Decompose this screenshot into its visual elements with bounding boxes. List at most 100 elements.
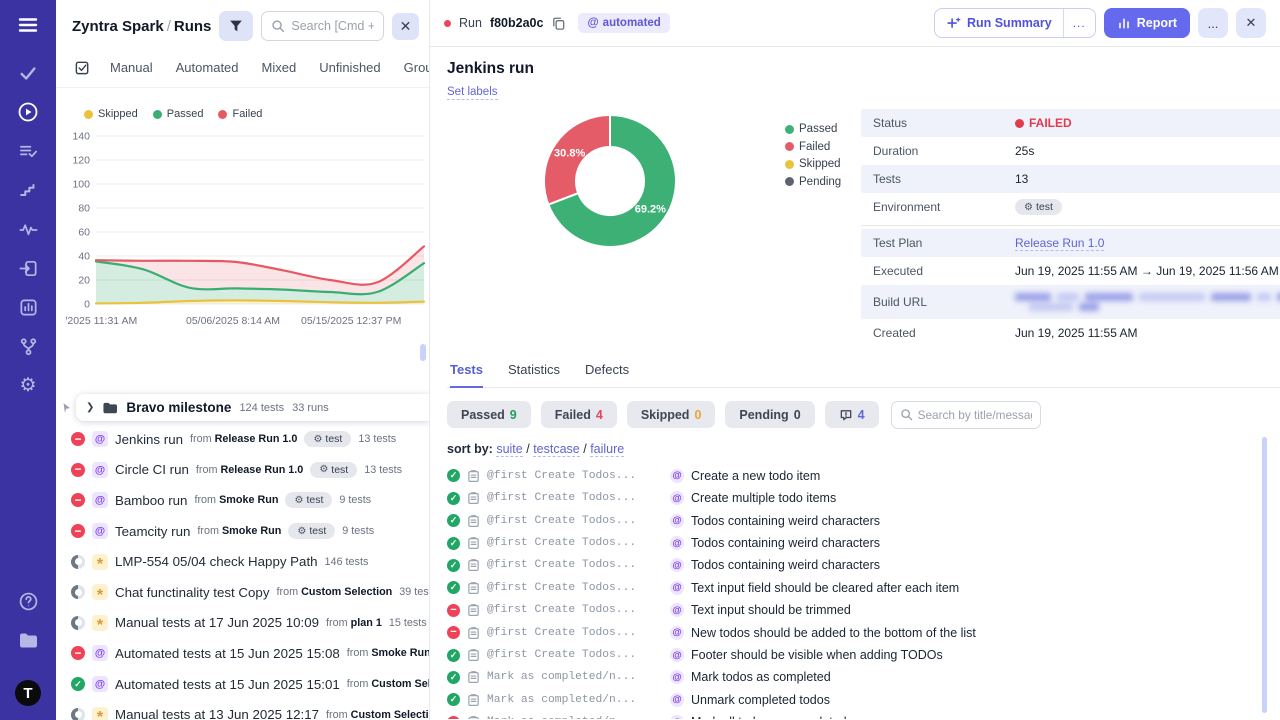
runs-search[interactable] [261, 11, 384, 41]
run-name[interactable]: Circle CI run [115, 462, 189, 477]
test-row[interactable]: Mark as completed/n...@Mark all todos as… [447, 711, 1280, 719]
suite-name[interactable]: Mark as completed/n... [487, 694, 663, 706]
tests-check-icon[interactable] [17, 62, 39, 84]
breadcrumb-page[interactable]: Runs [174, 18, 212, 35]
import-icon[interactable] [17, 257, 39, 279]
test-title[interactable]: Mark all todos as completed [691, 715, 847, 719]
left-scrollbar-thumb[interactable] [420, 344, 426, 361]
tests-search[interactable] [891, 401, 1041, 429]
test-row[interactable]: Mark as completed/n...@Unmark completed … [447, 689, 1280, 711]
sort-by-testcase[interactable]: testcase [533, 442, 580, 457]
test-row[interactable]: @first Create Todos...@New todos should … [447, 621, 1280, 643]
filter-pending[interactable]: Pending0 [725, 401, 814, 428]
menu-icon[interactable] [17, 14, 39, 36]
run-name[interactable]: Automated tests at 15 Jun 2025 15:01 [115, 677, 340, 692]
run-name[interactable]: Teamcity run [115, 524, 190, 539]
suite-name[interactable]: @first Create Todos... [487, 492, 663, 504]
tab-manual[interactable]: Manual [110, 60, 153, 75]
run-list-item[interactable]: @ Jenkins run from Release Run 1.0 ⚙test… [56, 424, 430, 455]
runs-search-input[interactable] [291, 19, 374, 33]
test-row[interactable]: @first Create Todos...@Todos containing … [447, 554, 1280, 576]
test-title[interactable]: Todos containing weird characters [691, 536, 880, 550]
run-summary-button[interactable]: Run Summary ... [934, 8, 1096, 38]
test-row[interactable]: @first Create Todos...@Todos containing … [447, 532, 1280, 554]
run-name[interactable]: Manual tests at 13 Jun 2025 12:17 [115, 707, 319, 720]
analytics-chart-icon[interactable] [17, 296, 39, 318]
sort-by-suite[interactable]: suite [496, 442, 522, 457]
more-options-button[interactable]: ... [1198, 8, 1228, 38]
test-title[interactable]: Mark todos as completed [691, 670, 831, 684]
test-title[interactable]: Create multiple todo items [691, 491, 836, 505]
test-title[interactable]: Text input should be trimmed [691, 603, 851, 617]
filter-passed[interactable]: Passed9 [447, 401, 531, 428]
suite-name[interactable]: @first Create Todos... [487, 649, 663, 661]
run-list-item[interactable]: * Manual tests at 17 Jun 2025 10:09 from… [56, 608, 430, 639]
pulse-activity-icon[interactable] [17, 218, 39, 240]
test-row[interactable]: @first Create Todos...@Text input field … [447, 577, 1280, 599]
filter-comments[interactable]: 4 [825, 401, 879, 428]
copy-icon[interactable] [551, 16, 566, 31]
filter-button[interactable] [219, 11, 253, 41]
breadcrumb[interactable]: Zyntra Spark/Runs [72, 18, 211, 35]
tab-tests[interactable]: Tests [450, 362, 483, 388]
suite-name[interactable]: Mark as completed/n... [487, 716, 663, 719]
close-panel-button[interactable]: ✕ [392, 13, 419, 40]
test-title[interactable]: Todos containing weird characters [691, 514, 880, 528]
plans-list-icon[interactable] [17, 140, 39, 162]
run-summary-more-button[interactable]: ... [1064, 9, 1095, 37]
milestones-steps-icon[interactable] [17, 179, 39, 201]
branch-icon[interactable] [17, 335, 39, 357]
filter-failed[interactable]: Failed4 [541, 401, 617, 428]
right-scrollbar-thumb[interactable] [1262, 437, 1267, 713]
suite-name[interactable]: @first Create Todos... [487, 604, 663, 616]
run-name[interactable]: Automated tests at 15 Jun 2025 15:08 [115, 646, 340, 661]
suite-name[interactable]: Mark as completed/n... [487, 671, 663, 683]
filter-skipped[interactable]: Skipped0 [627, 401, 716, 428]
projects-folder-icon[interactable] [17, 629, 39, 651]
run-name[interactable]: Jenkins run [115, 432, 183, 447]
help-icon[interactable] [17, 590, 39, 612]
test-title[interactable]: Text input field should be cleared after… [691, 581, 959, 595]
test-row[interactable]: @first Create Todos...@Footer should be … [447, 644, 1280, 666]
run-name[interactable]: Chat functinality test Copy [115, 585, 269, 600]
suite-name[interactable]: @first Create Todos... [487, 515, 663, 527]
suite-name[interactable]: @first Create Todos... [487, 470, 663, 482]
runs-play-icon[interactable] [17, 101, 39, 123]
test-title[interactable]: New todos should be added to the bottom … [691, 626, 976, 640]
test-title[interactable]: Create a new todo item [691, 469, 820, 483]
close-detail-button[interactable]: ✕ [1236, 8, 1266, 38]
run-list-item[interactable]: * Manual tests at 13 Jun 2025 12:17 from… [56, 699, 430, 720]
suite-name[interactable]: @first Create Todos... [487, 537, 663, 549]
tab-groups[interactable]: Groups [404, 60, 430, 75]
test-row[interactable]: @first Create Todos...@Todos containing … [447, 510, 1280, 532]
suite-name[interactable]: @first Create Todos... [487, 582, 663, 594]
tests-search-input[interactable] [918, 408, 1032, 422]
test-row[interactable]: @first Create Todos...@Create a new todo… [447, 465, 1280, 487]
run-list-item[interactable]: * Chat functinality test Copy from Custo… [56, 577, 430, 608]
test-row[interactable]: @first Create Todos...@Create multiple t… [447, 487, 1280, 509]
tab-automated[interactable]: Automated [176, 60, 239, 75]
run-name[interactable]: Bamboo run [115, 493, 187, 508]
select-runs-icon[interactable] [74, 59, 91, 76]
tab-defects[interactable]: Defects [585, 362, 629, 387]
run-list-item[interactable]: @ Teamcity run from Smoke Run ⚙test 9 te… [56, 516, 430, 547]
tab-statistics[interactable]: Statistics [508, 362, 560, 387]
run-group-row[interactable]: ❯ Bravo milestone 124 tests 33 runs [76, 394, 430, 421]
run-list-item[interactable]: @ Automated tests at 15 Jun 2025 15:01 f… [56, 669, 430, 700]
tab-unfinished[interactable]: Unfinished [319, 60, 380, 75]
sort-by-failure[interactable]: failure [590, 442, 624, 457]
run-list-item[interactable]: @ Automated tests at 15 Jun 2025 15:08 f… [56, 638, 430, 669]
app-logo[interactable]: T [15, 680, 41, 706]
set-labels-link[interactable]: Set labels [447, 86, 498, 100]
test-plan-link[interactable]: Release Run 1.0 [1015, 236, 1104, 251]
run-list-item[interactable]: * LMP-554 05/04 check Happy Path 146 tes… [56, 546, 430, 577]
test-title[interactable]: Unmark completed todos [691, 693, 830, 707]
suite-name[interactable]: @first Create Todos... [487, 627, 663, 639]
suite-name[interactable]: @first Create Todos... [487, 559, 663, 571]
chevron-right-icon[interactable]: ❯ [86, 402, 94, 413]
settings-gear-icon[interactable]: ⚙ [17, 374, 39, 396]
test-title[interactable]: Footer should be visible when adding TOD… [691, 648, 943, 662]
run-name[interactable]: LMP-554 05/04 check Happy Path [115, 554, 318, 569]
run-list-item[interactable]: @ Circle CI run from Release Run 1.0 ⚙te… [56, 455, 430, 486]
run-name[interactable]: Manual tests at 17 Jun 2025 10:09 [115, 615, 319, 630]
